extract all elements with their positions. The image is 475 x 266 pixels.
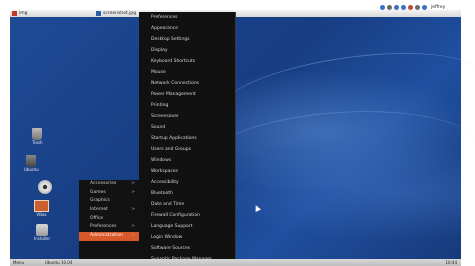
taskbar-item[interactable]: Ubuntu 10.04 xyxy=(45,260,72,265)
chevron-right-icon: > xyxy=(131,224,135,230)
menu-item[interactable]: Sound xyxy=(139,122,235,133)
menu-item[interactable]: Workspaces xyxy=(139,166,235,177)
submenu-item-label: Preferences xyxy=(90,224,117,230)
chevron-right-icon: > xyxy=(131,181,135,186)
network-icon[interactable] xyxy=(380,5,385,10)
submenu-item[interactable]: Games > xyxy=(79,189,139,198)
menu-item[interactable]: Accessibility xyxy=(139,177,235,188)
menu-item[interactable]: Login Window xyxy=(139,232,235,243)
mail-icon[interactable] xyxy=(394,5,399,10)
panel-app-label: img xyxy=(19,11,28,16)
bottom-panel: Menu Ubuntu 10.04 10:44 xyxy=(10,259,461,266)
menu-item[interactable]: Network Connections xyxy=(139,78,235,89)
menu-item[interactable]: Software Sources xyxy=(139,243,235,254)
desktop-icon-case[interactable]: Installer xyxy=(34,224,50,241)
chevron-right-icon: > xyxy=(131,207,135,213)
power-icon[interactable] xyxy=(408,5,413,10)
clock[interactable]: 10:44 xyxy=(445,260,457,265)
menu-item[interactable]: Firewall Configuration xyxy=(139,210,235,221)
submenu-item[interactable]: Office xyxy=(79,215,139,224)
submenu-item[interactable]: Accessories > xyxy=(79,180,139,189)
chevron-right-icon: > xyxy=(131,189,135,195)
app-icon xyxy=(12,11,17,16)
desktop-icon-trash[interactable]: Trash xyxy=(32,128,43,145)
user-icon[interactable] xyxy=(422,5,427,10)
settings-icon[interactable] xyxy=(415,5,420,10)
menu-item[interactable]: Date and Time xyxy=(139,199,235,210)
category-submenu: Accessories > Games > Graphics Internet … xyxy=(79,180,139,259)
menu-item[interactable]: Mouse xyxy=(139,67,235,78)
drive-icon xyxy=(26,155,37,167)
chat-icon[interactable] xyxy=(401,5,406,10)
menu-button[interactable]: Menu xyxy=(13,260,24,265)
volume-icon[interactable] xyxy=(387,5,392,10)
box-icon xyxy=(34,200,49,212)
menu-item[interactable]: Display xyxy=(139,45,235,56)
desktop-icon-label: Trash xyxy=(32,140,43,145)
submenu-item[interactable]: Internet > xyxy=(79,206,139,215)
desktop-icon-box[interactable]: VBox xyxy=(34,200,49,217)
desktop-icon-disc[interactable] xyxy=(38,180,52,194)
menu-item[interactable]: Printing xyxy=(139,100,235,111)
menu-item[interactable]: Startup Applications xyxy=(139,133,235,144)
menu-item[interactable]: Power Management xyxy=(139,89,235,100)
menu-item[interactable]: Screensaver xyxy=(139,111,235,122)
submenu-item-label: Graphics xyxy=(90,198,110,204)
desktop-icon-label: Ubuntu xyxy=(24,167,39,172)
applications-menu: Preferences Appearance Desktop Settings … xyxy=(139,12,236,262)
submenu-item-label: Games xyxy=(90,189,106,195)
submenu-item-label: Accessories xyxy=(90,181,117,186)
submenu-item-label: Internet xyxy=(90,207,108,213)
trash-icon xyxy=(32,128,43,140)
submenu-item[interactable]: Graphics xyxy=(79,197,139,206)
desktop-icon-label: Installer xyxy=(34,236,51,241)
panel-window-label: screenshot.jpg xyxy=(103,11,137,16)
menu-item[interactable]: Appearance xyxy=(139,23,235,34)
submenu-item-selected[interactable]: Administration > xyxy=(79,232,139,241)
desktop-icon-drive[interactable]: Ubuntu xyxy=(24,155,39,172)
case-icon xyxy=(36,224,49,236)
panel-app-launcher[interactable]: img xyxy=(12,11,28,16)
panel-window-button[interactable]: screenshot.jpg xyxy=(96,11,136,16)
disc-icon xyxy=(38,180,52,194)
menu-item[interactable]: Users and Groups xyxy=(139,144,235,155)
submenu-item-label: Administration xyxy=(90,233,123,239)
user-label: jeffrey xyxy=(431,5,446,10)
submenu-item[interactable]: Preferences > xyxy=(79,223,139,232)
menu-item[interactable]: Keyboard Shortcuts xyxy=(139,56,235,67)
submenu-item-label: Office xyxy=(90,215,104,221)
system-tray-top: jeffrey xyxy=(380,4,445,11)
menu-item[interactable]: Bluetooth xyxy=(139,188,235,199)
chevron-right-icon: > xyxy=(131,233,135,239)
desktop-icon-label: VBox xyxy=(36,212,47,217)
window-icon xyxy=(96,11,101,16)
menu-item[interactable]: Windows xyxy=(139,155,235,166)
menu-item[interactable]: Language Support xyxy=(139,221,235,232)
menu-item[interactable]: Preferences xyxy=(139,12,235,23)
menu-item[interactable]: Desktop Settings xyxy=(139,34,235,45)
